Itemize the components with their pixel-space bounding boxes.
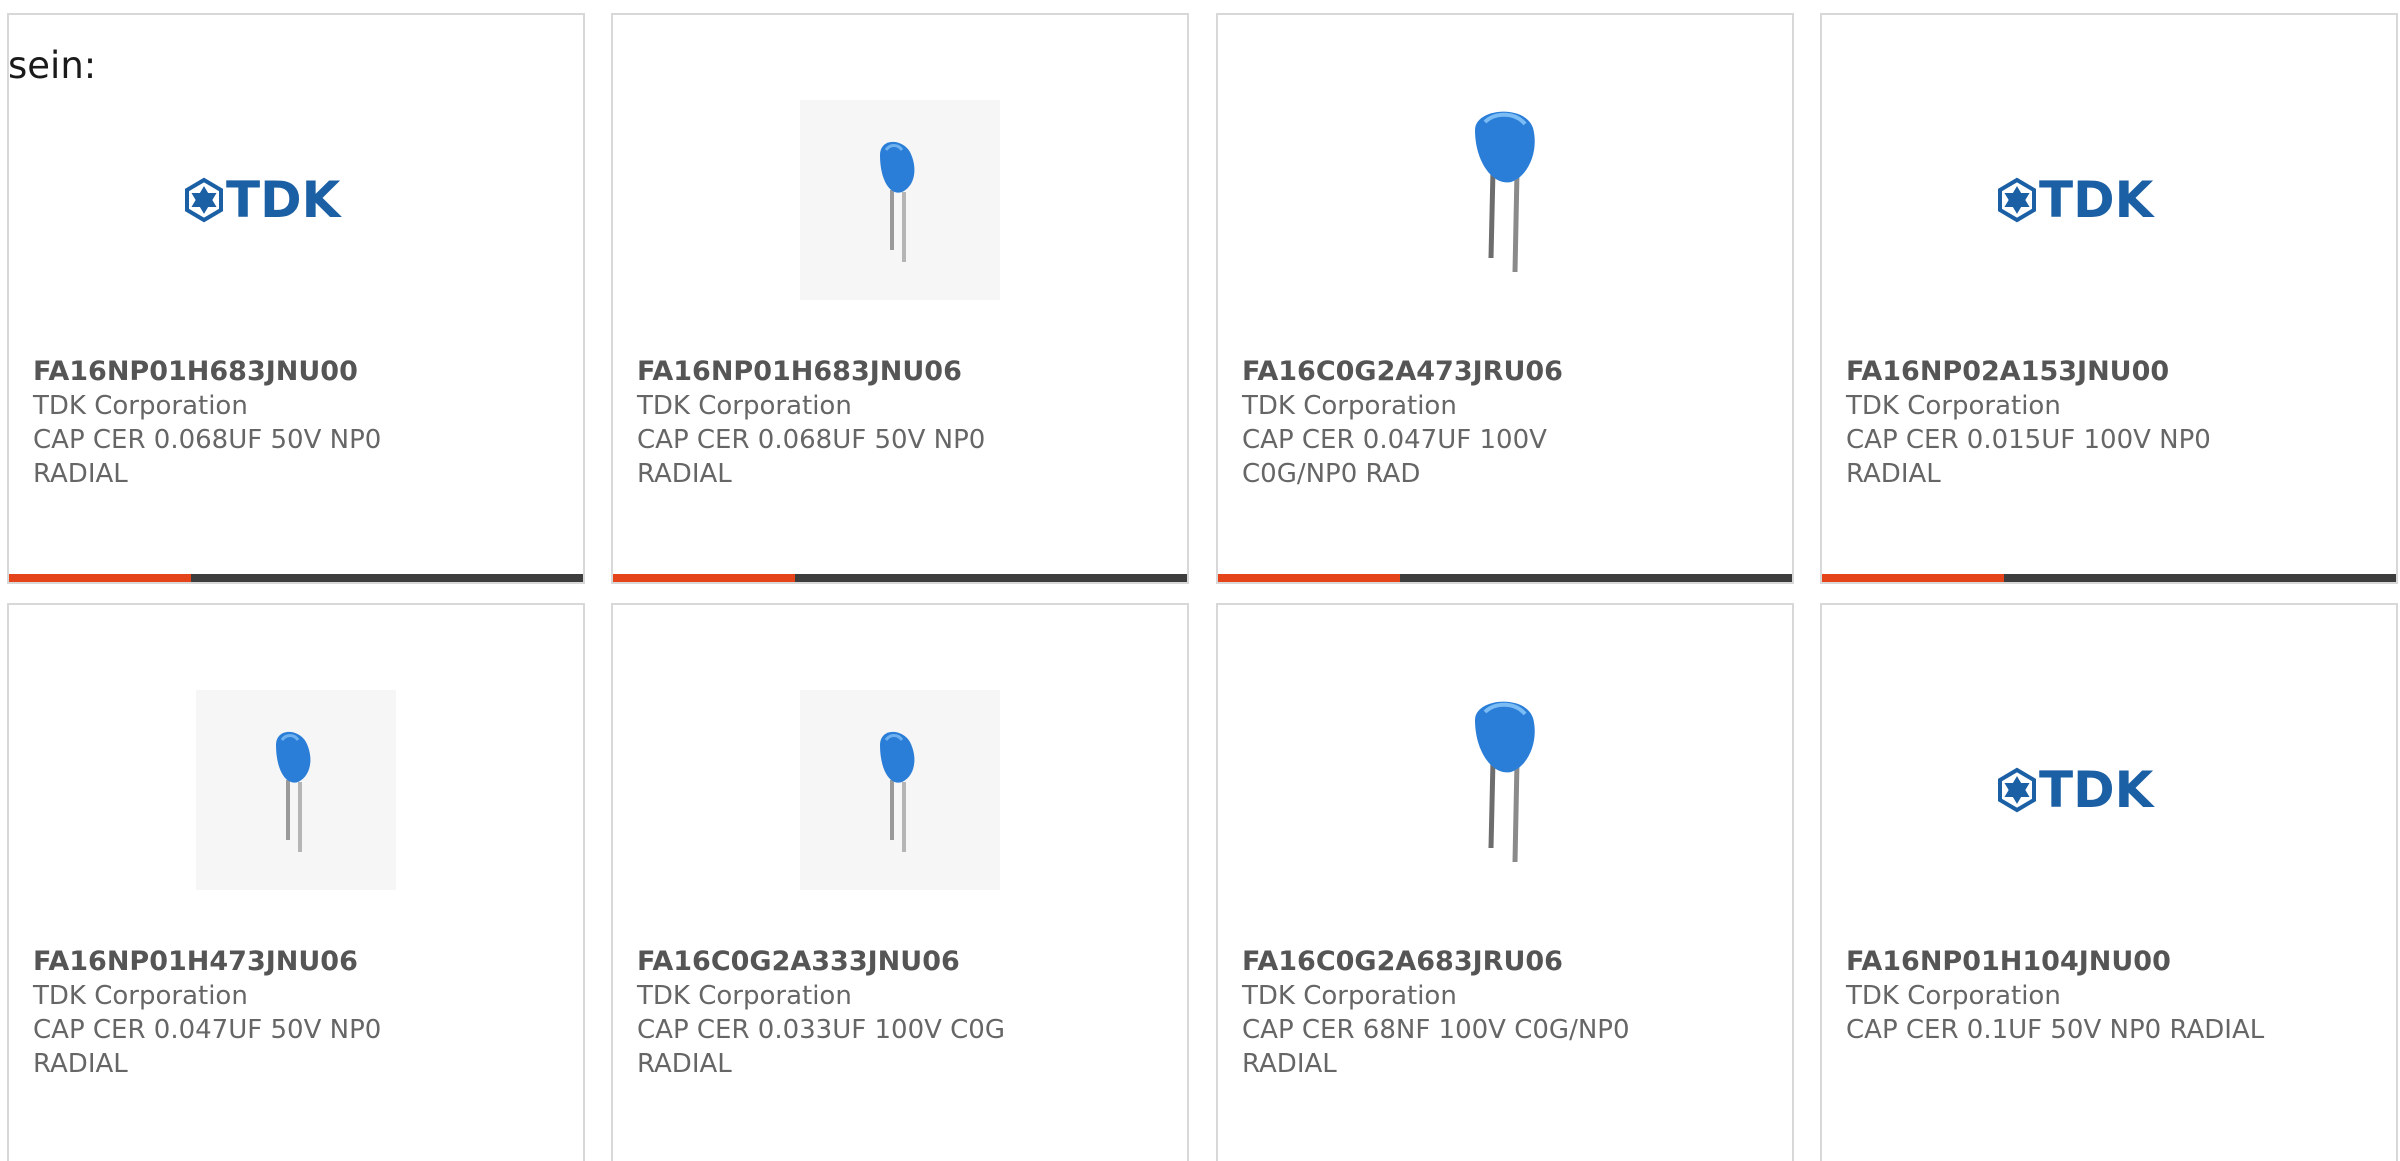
- product-grid-page: sein: TDK FA16NP01H683JNU00 TDK Corporat…: [0, 0, 2400, 1161]
- svg-text:TDK: TDK: [2039, 171, 2156, 229]
- card-accent-bar: [1822, 574, 2004, 582]
- part-number[interactable]: FA16C0G2A333JNU06: [637, 945, 1167, 979]
- capacitor-icon: [196, 690, 396, 890]
- manufacturer: TDK Corporation: [1242, 981, 1457, 1011]
- product-image: [1218, 670, 1792, 910]
- card-bottom-bar: [613, 574, 1187, 582]
- tdk-logo-icon: TDK: [1998, 761, 2156, 819]
- svg-text:TDK: TDK: [226, 171, 343, 229]
- product-card[interactable]: FA16NP01H473JNU06 TDK Corporation CAP CE…: [7, 603, 585, 1161]
- part-number[interactable]: FA16C0G2A473JRU06: [1242, 355, 1772, 389]
- card-accent-bar: [9, 574, 191, 582]
- product-image: [613, 670, 1187, 910]
- card-bottom-bar: [9, 574, 583, 582]
- manufacturer: TDK Corporation: [1846, 981, 2061, 1011]
- description: CAP CER 0.068UF 50V NP0 RADIAL: [33, 425, 382, 489]
- product-image: TDK: [1822, 80, 2396, 320]
- product-image: [613, 80, 1187, 320]
- product-card[interactable]: TDK FA16NP02A153JNU00 TDK Corporation CA…: [1820, 13, 2398, 584]
- manufacturer: TDK Corporation: [33, 391, 248, 421]
- part-number[interactable]: FA16NP01H683JNU00: [33, 355, 563, 389]
- manufacturer: TDK Corporation: [1846, 391, 2061, 421]
- product-image: TDK: [1822, 670, 2396, 910]
- description: CAP CER 0.068UF 50V NP0 RADIAL: [637, 425, 986, 489]
- description: CAP CER 0.033UF 100V C0G RADIAL: [637, 1015, 1005, 1079]
- capacitor-icon: [800, 690, 1000, 890]
- svg-text:TDK: TDK: [2039, 761, 2156, 819]
- part-number[interactable]: FA16C0G2A683JRU06: [1242, 945, 1772, 979]
- manufacturer: TDK Corporation: [1242, 391, 1457, 421]
- product-image: [1218, 80, 1792, 320]
- description: CAP CER 0.047UF 50V NP0 RADIAL: [33, 1015, 382, 1079]
- product-card[interactable]: TDK FA16NP01H104JNU00 TDK Corporation CA…: [1820, 603, 2398, 1161]
- part-number[interactable]: FA16NP01H683JNU06: [637, 355, 1167, 389]
- manufacturer: TDK Corporation: [33, 981, 248, 1011]
- capacitor-icon: [1475, 701, 1535, 863]
- product-card[interactable]: FA16C0G2A683JRU06 TDK Corporation CAP CE…: [1216, 603, 1794, 1161]
- manufacturer: TDK Corporation: [637, 391, 852, 421]
- product-card[interactable]: FA16C0G2A473JRU06 TDK Corporation CAP CE…: [1216, 13, 1794, 584]
- card-bottom-bar: [1822, 574, 2396, 582]
- product-card[interactable]: FA16C0G2A333JNU06 TDK Corporation CAP CE…: [611, 603, 1189, 1161]
- manufacturer: TDK Corporation: [637, 981, 852, 1011]
- card-accent-bar: [613, 574, 795, 582]
- description: CAP CER 0.1UF 50V NP0 RADIAL: [1846, 1015, 2265, 1045]
- capacitor-icon: [1475, 111, 1535, 273]
- card-accent-bar: [1218, 574, 1400, 582]
- description: CAP CER 0.015UF 100V NP0 RADIAL: [1846, 425, 2211, 489]
- part-number[interactable]: FA16NP01H104JNU00: [1846, 945, 2376, 979]
- capacitor-icon: [800, 100, 1000, 300]
- product-image: [9, 670, 583, 910]
- part-number[interactable]: FA16NP01H473JNU06: [33, 945, 563, 979]
- card-bottom-bar: [1218, 574, 1792, 582]
- tdk-logo-icon: TDK: [185, 171, 343, 229]
- part-number[interactable]: FA16NP02A153JNU00: [1846, 355, 2376, 389]
- product-image: TDK: [9, 80, 583, 320]
- description: CAP CER 0.047UF 100V C0G/NP0 RAD: [1242, 425, 1547, 489]
- lead-text: sein:: [8, 44, 97, 87]
- tdk-logo-icon: TDK: [1998, 171, 2156, 229]
- product-card[interactable]: TDK FA16NP01H683JNU00 TDK Corporation CA…: [7, 13, 585, 584]
- product-card[interactable]: FA16NP01H683JNU06 TDK Corporation CAP CE…: [611, 13, 1189, 584]
- description: CAP CER 68NF 100V C0G/NP0 RADIAL: [1242, 1015, 1630, 1079]
